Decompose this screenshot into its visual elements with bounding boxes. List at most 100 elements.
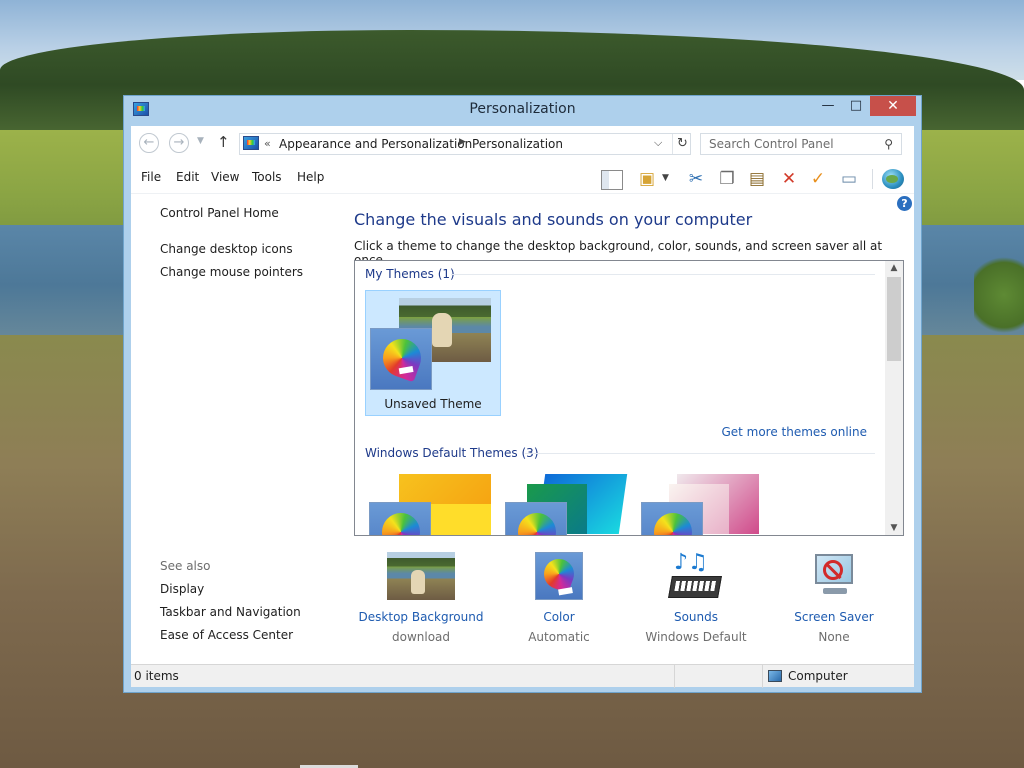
display-link[interactable]: Display (160, 582, 204, 596)
delete-icon[interactable]: ✕ (776, 167, 802, 191)
color-swatch-icon (641, 502, 703, 535)
forward-button[interactable]: → (169, 133, 189, 153)
status-bar: 0 items Computer (131, 664, 914, 688)
theme-tile-flowers[interactable] (641, 474, 771, 535)
menu-view[interactable]: View (211, 170, 239, 184)
dog-image (432, 313, 452, 347)
globe-icon[interactable] (879, 167, 907, 191)
menu-edit[interactable]: Edit (176, 170, 199, 184)
address-prefix[interactable]: « (264, 137, 271, 150)
preview-pane-icon[interactable] (598, 167, 624, 191)
wallpaper-bush (974, 250, 1024, 340)
theme-tile-unsaved[interactable]: Unsaved Theme (365, 290, 501, 416)
toolbar-divider (872, 169, 873, 189)
copy-icon[interactable]: ❐ (714, 167, 740, 191)
color-fan-icon (539, 554, 579, 594)
color-fan-icon (512, 507, 562, 535)
control-panel-icon (243, 136, 259, 150)
page-title: Change the visuals and sounds on your co… (354, 210, 753, 229)
theme-tile-lines-and-colors[interactable] (505, 474, 635, 535)
theme-list-scrollbar[interactable]: ▲ ▼ (885, 261, 903, 535)
breadcrumb-separator-icon[interactable]: ▶ (459, 137, 466, 147)
sounds-icon[interactable]: ♪♫ (668, 550, 722, 602)
apply-icon[interactable]: ✓ (805, 167, 831, 191)
menu-file[interactable]: File (141, 170, 161, 184)
menu-tools[interactable]: Tools (252, 170, 282, 184)
color-setting[interactable]: Color Automatic (494, 552, 624, 644)
sounds-link[interactable]: Sounds (631, 610, 761, 624)
no-symbol-icon (823, 560, 843, 580)
theme-list[interactable]: My Themes (1) Unsaved Theme Get more the… (354, 260, 904, 536)
cut-icon[interactable]: ✂ (683, 167, 709, 191)
see-also-heading: See also (160, 559, 211, 573)
address-bar[interactable]: « Appearance and Personalization ▶ Perso… (239, 133, 691, 155)
screen-saver-value: None (818, 630, 850, 644)
title-bar[interactable]: Personalization — □ ✕ (124, 96, 921, 124)
screen-saver-icon[interactable] (811, 552, 857, 600)
change-mouse-pointers-link[interactable]: Change mouse pointers (160, 265, 303, 279)
back-button[interactable]: ← (139, 133, 159, 153)
search-box[interactable]: Search Control Panel ⚲ (700, 133, 902, 155)
color-fan-icon (377, 333, 427, 383)
item-count: 0 items (134, 669, 179, 683)
search-input[interactable]: Search Control Panel (709, 137, 834, 151)
get-more-themes-link[interactable]: Get more themes online (721, 425, 867, 439)
refresh-button[interactable]: ↻ (672, 134, 692, 154)
close-button[interactable]: ✕ (870, 96, 916, 116)
screen-saver-link[interactable]: Screen Saver (769, 610, 899, 624)
maximize-button[interactable]: □ (842, 96, 870, 116)
my-themes-header[interactable]: My Themes (1) (365, 267, 455, 281)
breadcrumb-appearance[interactable]: Appearance and Personalization (279, 137, 472, 151)
color-swatch-icon (535, 552, 583, 600)
chevron-down-icon[interactable]: ▼ (662, 173, 669, 183)
status-divider (762, 665, 763, 688)
computer-icon (768, 670, 782, 682)
screen-saver-setting[interactable]: Screen Saver None (769, 552, 899, 644)
desktop-background-icon[interactable] (387, 552, 455, 600)
color-fan-icon (376, 507, 426, 535)
color-swatch-icon (370, 328, 432, 390)
default-themes-header[interactable]: Windows Default Themes (3) (365, 446, 539, 460)
search-icon[interactable]: ⚲ (884, 137, 893, 151)
color-value: Automatic (528, 630, 590, 644)
recent-locations-dropdown[interactable]: ▼ (197, 136, 204, 146)
breadcrumb-personalization[interactable]: Personalization (472, 137, 563, 151)
help-icon[interactable]: ? (897, 196, 912, 211)
status-divider (674, 665, 675, 688)
sounds-setting[interactable]: ♪♫ Sounds Windows Default (631, 550, 761, 644)
menu-bar: File Edit View Tools Help ▣ ▼ ✂ ❐ ▤ ✕ ✓ … (131, 162, 914, 194)
change-desktop-icons-link[interactable]: Change desktop icons (160, 242, 293, 256)
minimize-button[interactable]: — (814, 96, 842, 116)
window-client-area: ← → ▼ ↑ « Appearance and Personalization… (131, 126, 914, 688)
scroll-down-icon[interactable]: ▼ (885, 523, 903, 533)
left-navigation-pane: Control Panel Home Change desktop icons … (131, 194, 351, 664)
color-icon[interactable] (535, 552, 583, 600)
rename-icon[interactable]: ▭ (836, 167, 862, 191)
color-link[interactable]: Color (494, 610, 624, 624)
properties-icon[interactable]: ▣ (634, 167, 660, 191)
scroll-up-icon[interactable]: ▲ (885, 263, 903, 273)
music-notes-icon: ♪♫ (674, 550, 708, 575)
chevron-down-icon[interactable]: ⌵ (654, 136, 662, 150)
location-label: Computer (788, 669, 848, 683)
color-fan-icon (648, 507, 698, 535)
desktop-background-value: download (391, 630, 451, 644)
theme-background-thumbnail (429, 504, 491, 535)
window-title: Personalization (469, 101, 576, 117)
theme-name: Unsaved Theme (384, 397, 482, 411)
color-swatch-icon (369, 502, 431, 535)
up-button[interactable]: ↑ (217, 133, 230, 151)
desktop-background-setting[interactable]: Desktop Background download (356, 552, 486, 644)
group-divider (451, 274, 875, 275)
paste-icon[interactable]: ▤ (744, 167, 770, 191)
theme-tile-windows[interactable] (369, 474, 499, 535)
desktop-background-link[interactable]: Desktop Background (356, 610, 486, 624)
keyboard-icon (668, 576, 722, 598)
sounds-value: Windows Default (645, 630, 747, 644)
taskbar-navigation-link[interactable]: Taskbar and Navigation (160, 605, 301, 619)
ease-of-access-link[interactable]: Ease of Access Center (160, 628, 293, 642)
scroll-thumb[interactable] (887, 277, 901, 361)
menu-help[interactable]: Help (297, 170, 324, 184)
navigation-bar: ← → ▼ ↑ « Appearance and Personalization… (131, 126, 914, 162)
control-panel-home-link[interactable]: Control Panel Home (160, 206, 279, 220)
